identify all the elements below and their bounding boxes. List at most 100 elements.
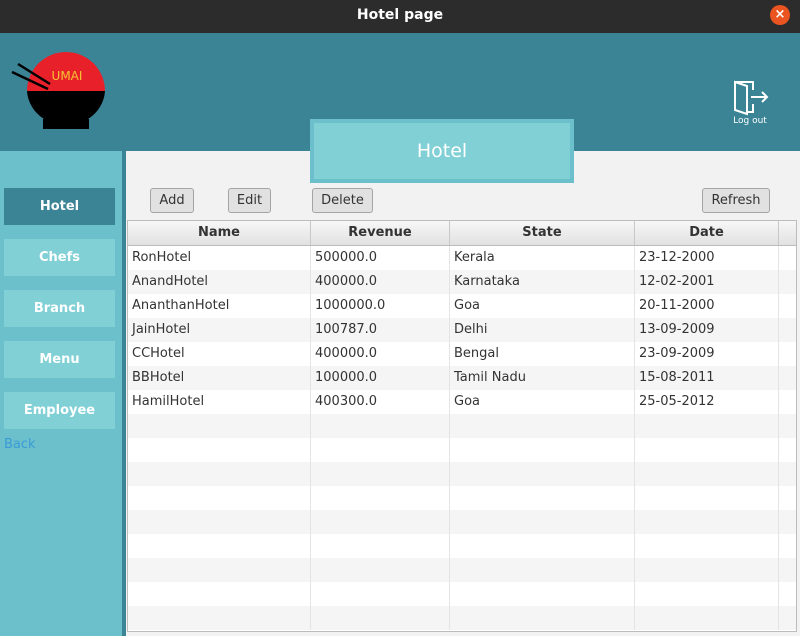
table-cell: 12-02-2001 [635, 270, 779, 294]
table-cell: 100787.0 [311, 318, 450, 342]
table-cell [635, 582, 779, 606]
table-cell [450, 534, 635, 558]
table-cell [779, 582, 796, 606]
table-row[interactable]: CCHotel 400000.0 Bengal 23-09-2009 [128, 342, 796, 366]
table-cell [311, 510, 450, 534]
table-row-empty[interactable] [128, 462, 796, 486]
table-row[interactable]: HamilHotel 400300.0 Goa 25-05-2012 [128, 390, 796, 414]
table-cell [635, 438, 779, 462]
close-icon[interactable]: × [770, 5, 790, 25]
table-row-empty[interactable] [128, 486, 796, 510]
table-row-empty[interactable] [128, 510, 796, 534]
table-cell [311, 558, 450, 582]
table-cell [779, 294, 796, 318]
page-title: Hotel [310, 119, 574, 183]
table-cell: HamilHotel [128, 390, 311, 414]
table-cell: 400300.0 [311, 390, 450, 414]
refresh-button[interactable]: Refresh [702, 188, 770, 213]
table-cell [128, 414, 311, 438]
logout-label: Log out [733, 116, 767, 126]
table-cell [128, 606, 311, 630]
table-row-empty[interactable] [128, 582, 796, 606]
table-cell [779, 270, 796, 294]
umai-logo: UMAI [11, 52, 105, 129]
back-link[interactable]: Back [4, 437, 36, 452]
table-cell: Goa [450, 390, 635, 414]
table-cell [635, 486, 779, 510]
table-row-empty[interactable] [128, 534, 796, 558]
table-cell: Goa [450, 294, 635, 318]
table-cell [779, 390, 796, 414]
table-row[interactable]: RonHotel 500000.0 Kerala 23-12-2000 [128, 246, 796, 270]
sidebar-item-chefs[interactable]: Chefs [4, 239, 115, 276]
table-cell: RonHotel [128, 246, 311, 270]
table-cell [311, 414, 450, 438]
edit-button[interactable]: Edit [228, 188, 271, 213]
table-cell: CCHotel [128, 342, 311, 366]
table-cell: BBHotel [128, 366, 311, 390]
table-cell: AnandHotel [128, 270, 311, 294]
table-cell: Karnataka [450, 270, 635, 294]
add-button[interactable]: Add [150, 188, 194, 213]
table-cell: 23-09-2009 [635, 342, 779, 366]
table-cell [311, 606, 450, 630]
table-cell [779, 462, 796, 486]
table-row-empty[interactable] [128, 558, 796, 582]
table-cell [450, 510, 635, 534]
table-cell [311, 582, 450, 606]
table-cell: 25-05-2012 [635, 390, 779, 414]
table-cell [450, 558, 635, 582]
delete-button[interactable]: Delete [312, 188, 373, 213]
table-header: Name Revenue State Date [128, 221, 796, 246]
table-cell [128, 486, 311, 510]
table-row[interactable]: JainHotel 100787.0 Delhi 13-09-2009 [128, 318, 796, 342]
sidebar-item-employee[interactable]: Employee [4, 392, 115, 429]
column-header-revenue[interactable]: Revenue [311, 221, 450, 245]
table-cell [635, 558, 779, 582]
table-cell: 400000.0 [311, 270, 450, 294]
table-cell [779, 246, 796, 270]
table-cell [779, 606, 796, 630]
hotel-table: Name Revenue State Date RonHotel 500000.0… [127, 220, 797, 632]
logout-button[interactable]: Log out [725, 78, 775, 130]
table-cell [450, 486, 635, 510]
table-row-empty[interactable] [128, 438, 796, 462]
table-cell [450, 606, 635, 630]
table-cell [311, 486, 450, 510]
window-title: Hotel page [356, 7, 444, 23]
sidebar-item-menu[interactable]: Menu [4, 341, 115, 378]
table-cell: Bengal [450, 342, 635, 366]
table-cell [779, 414, 796, 438]
logout-icon [734, 80, 769, 116]
table-cell [311, 438, 450, 462]
column-header-name[interactable]: Name [128, 221, 311, 245]
table-cell [128, 510, 311, 534]
table-cell: Tamil Nadu [450, 366, 635, 390]
table-cell [779, 342, 796, 366]
table-cell [635, 606, 779, 630]
sidebar-item-branch[interactable]: Branch [4, 290, 115, 327]
table-cell [779, 438, 796, 462]
table-cell: 400000.0 [311, 342, 450, 366]
table-cell [450, 462, 635, 486]
table-row-empty[interactable] [128, 606, 796, 630]
column-header-state[interactable]: State [450, 221, 635, 245]
table-cell [635, 462, 779, 486]
table-cell [779, 558, 796, 582]
table-row[interactable]: AnanthanHotel 1000000.0 Goa 20-11-2000 [128, 294, 796, 318]
column-header-date[interactable]: Date [635, 221, 779, 245]
table-cell [779, 534, 796, 558]
sidebar-item-hotel[interactable]: Hotel [4, 188, 115, 225]
table-cell [128, 438, 311, 462]
table-cell: 15-08-2011 [635, 366, 779, 390]
table-row-empty[interactable] [128, 414, 796, 438]
table-row[interactable]: AnandHotel 400000.0 Karnataka 12-02-2001 [128, 270, 796, 294]
table-row[interactable]: BBHotel 100000.0 Tamil Nadu 15-08-2011 [128, 366, 796, 390]
table-cell: JainHotel [128, 318, 311, 342]
table-cell: Kerala [450, 246, 635, 270]
table-cell [450, 582, 635, 606]
logo-text: UMAI [52, 69, 83, 83]
table-cell [779, 486, 796, 510]
table-cell: AnanthanHotel [128, 294, 311, 318]
table-cell [779, 366, 796, 390]
